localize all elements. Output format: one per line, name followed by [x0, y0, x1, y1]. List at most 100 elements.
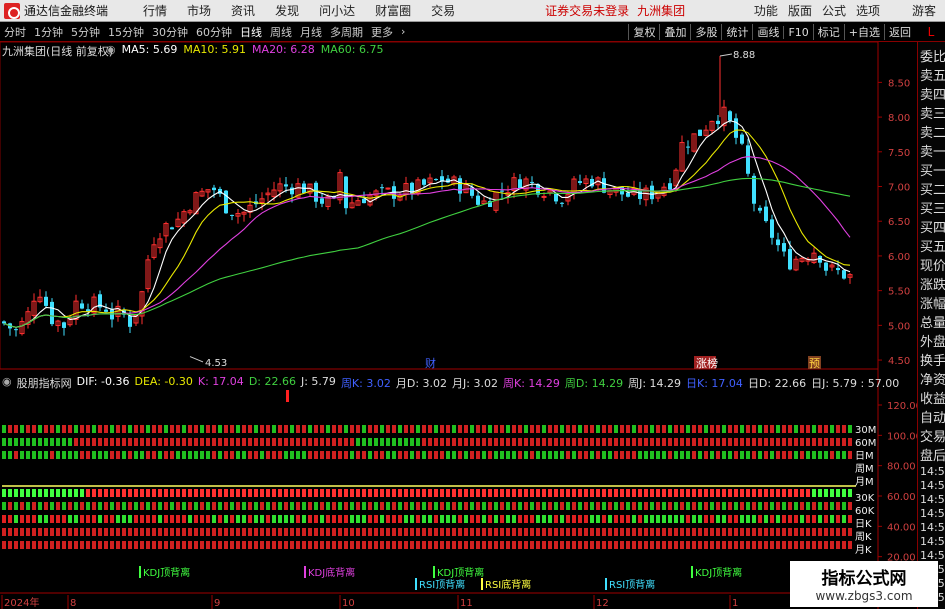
state-cell — [158, 541, 162, 549]
period-60min[interactable]: 60分钟 — [192, 24, 236, 40]
state-cell — [320, 489, 324, 497]
adjust-button[interactable]: 复权 — [628, 24, 659, 40]
back-button[interactable]: 返回 — [884, 24, 915, 40]
state-cell — [92, 489, 96, 497]
state-cell — [380, 515, 384, 523]
period-30min[interactable]: 30分钟 — [148, 24, 192, 40]
period-1min[interactable]: 1分钟 — [30, 24, 67, 40]
state-cell — [794, 451, 798, 459]
state-cell — [302, 425, 306, 433]
state-cell — [800, 528, 804, 536]
watermark-url: www.zbgs3.com — [815, 589, 913, 603]
period-weekly[interactable]: 周线 — [266, 24, 296, 40]
state-cell — [668, 528, 672, 536]
f10-button[interactable]: F10 — [783, 25, 812, 39]
state-cell — [614, 502, 618, 510]
state-cell — [338, 515, 342, 523]
auto-trade-label[interactable]: 自动 — [920, 407, 945, 426]
menu-item-function[interactable]: 功能 — [749, 2, 783, 19]
state-cell — [380, 489, 384, 497]
state-cell — [674, 438, 678, 446]
period-more[interactable]: 更多 — [367, 24, 397, 40]
state-cell — [818, 515, 822, 523]
menu-item-formula[interactable]: 公式 — [817, 2, 851, 19]
state-cell — [254, 438, 258, 446]
state-cell — [500, 451, 504, 459]
state-cell — [524, 425, 528, 433]
state-cell — [464, 425, 468, 433]
state-cell — [632, 438, 636, 446]
period-monthly[interactable]: 月线 — [296, 24, 326, 40]
multi-stock-button[interactable]: 多股 — [690, 24, 721, 40]
menu-item-trade[interactable]: 交易 — [421, 2, 465, 19]
state-cell — [488, 451, 492, 459]
state-cell — [284, 425, 288, 433]
state-cell — [650, 541, 654, 549]
state-cell — [770, 451, 774, 459]
period-timeshare[interactable]: 分时 — [0, 24, 30, 40]
candle-body — [128, 315, 132, 327]
trade-login-status[interactable]: 证券交易未登录 — [545, 2, 629, 19]
mark-button[interactable]: 标记 — [812, 24, 844, 40]
add-watchlist-button[interactable]: +自选 — [843, 24, 884, 40]
candle-body — [752, 175, 756, 204]
chevron-right-icon[interactable]: › — [397, 25, 409, 38]
right-panel-tab[interactable]: L — [917, 22, 945, 42]
state-cell — [728, 425, 732, 433]
state-cell — [302, 451, 306, 459]
overlay-button[interactable]: 叠加 — [659, 24, 690, 40]
price-tick-label: 7.00 — [888, 183, 910, 194]
statistics-button[interactable]: 统计 — [721, 24, 752, 40]
draw-line-button[interactable]: 画线 — [752, 24, 783, 40]
state-cell — [74, 438, 78, 446]
state-cell — [458, 528, 462, 536]
period-15min[interactable]: 15分钟 — [104, 24, 148, 40]
state-cell — [710, 528, 714, 536]
state-cell — [656, 425, 660, 433]
state-cell — [710, 438, 714, 446]
quote-label: 现价 — [920, 259, 945, 274]
state-cell — [254, 541, 258, 549]
state-cell — [386, 425, 390, 433]
state-cell — [464, 541, 468, 549]
state-cell — [80, 489, 84, 497]
price-tick-label: 6.00 — [888, 252, 910, 263]
state-cell — [380, 438, 384, 446]
user-guest[interactable]: 游客 — [907, 2, 941, 19]
state-cell — [704, 425, 708, 433]
state-cell — [836, 515, 840, 523]
menu-item-wealth[interactable]: 财富圈 — [365, 2, 421, 19]
period-daily[interactable]: 日线 — [236, 24, 266, 40]
indicator-toggle-icon[interactable]: ◉ — [2, 375, 12, 391]
state-cell — [716, 438, 720, 446]
period-5min[interactable]: 5分钟 — [67, 24, 104, 40]
state-cell — [518, 515, 522, 523]
auto-trade-label[interactable]: 交易 — [920, 426, 945, 445]
state-cell — [800, 489, 804, 497]
state-cell — [620, 541, 624, 549]
state-cell — [776, 515, 780, 523]
state-cell — [422, 528, 426, 536]
indicator-name[interactable]: 股朋指标网 — [17, 375, 72, 391]
ma-toggle-icon[interactable]: ◉ — [106, 43, 116, 56]
menu-item-market[interactable]: 市场 — [177, 2, 221, 19]
menu-item-discover[interactable]: 发现 — [265, 2, 309, 19]
state-cell — [386, 541, 390, 549]
candle-body — [14, 329, 18, 331]
state-cell — [152, 438, 156, 446]
candle-body — [836, 268, 840, 271]
state-cell — [536, 502, 540, 510]
period-multi[interactable]: 多周期 — [326, 24, 367, 40]
state-cell — [20, 528, 24, 536]
state-cell — [266, 528, 270, 536]
menu-item-layout[interactable]: 版面 — [783, 2, 817, 19]
chart-area[interactable]: 8.50 8.00 7.50 7.00 6.50 6.00 5.50 5.00 4.50 8.88… — [0, 42, 917, 609]
menu-item-news[interactable]: 资讯 — [221, 2, 265, 19]
menu-item-options[interactable]: 选项 — [851, 2, 885, 19]
state-cell — [158, 425, 162, 433]
state-cell — [422, 451, 426, 459]
menu-item-quotes[interactable]: 行情 — [133, 2, 177, 19]
state-cell — [362, 502, 366, 510]
state-cell — [302, 528, 306, 536]
menu-item-ask[interactable]: 问小达 — [309, 2, 365, 19]
